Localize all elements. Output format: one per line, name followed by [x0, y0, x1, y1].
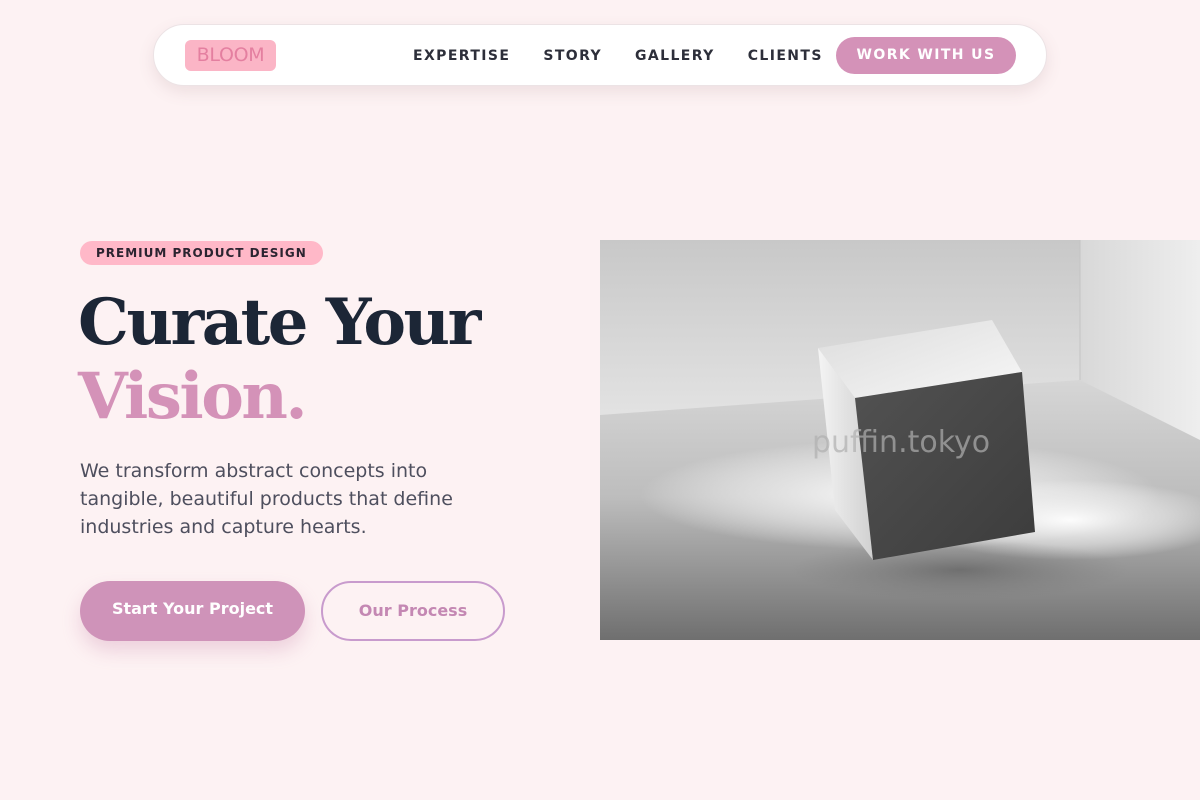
- category-badge: PREMIUM PRODUCT DESIGN: [80, 241, 323, 265]
- work-with-us-button[interactable]: WORK WITH US: [836, 37, 1016, 74]
- nav-link-expertise[interactable]: EXPERTISE: [413, 48, 510, 64]
- top-navigation: BLOOM EXPERTISE STORY GALLERY CLIENTS WO…: [153, 24, 1047, 86]
- brand-logo[interactable]: BLOOM: [185, 40, 276, 71]
- nav-link-clients[interactable]: CLIENTS: [748, 48, 823, 64]
- image-watermark: puffin.tokyo: [812, 425, 991, 460]
- nav-link-gallery[interactable]: GALLERY: [635, 48, 715, 64]
- headline-line-2: Vision.: [78, 359, 308, 434]
- our-process-button[interactable]: Our Process: [321, 581, 505, 641]
- hero-description: We transform abstract concepts into tang…: [80, 460, 453, 538]
- hero-headline: Curate Your Vision.: [78, 285, 481, 434]
- nav-link-story[interactable]: STORY: [543, 48, 602, 64]
- headline-line-1: Curate Your: [78, 285, 481, 360]
- nav-links: EXPERTISE STORY GALLERY CLIENTS: [413, 25, 856, 87]
- start-project-button[interactable]: Start Your Project: [80, 581, 305, 641]
